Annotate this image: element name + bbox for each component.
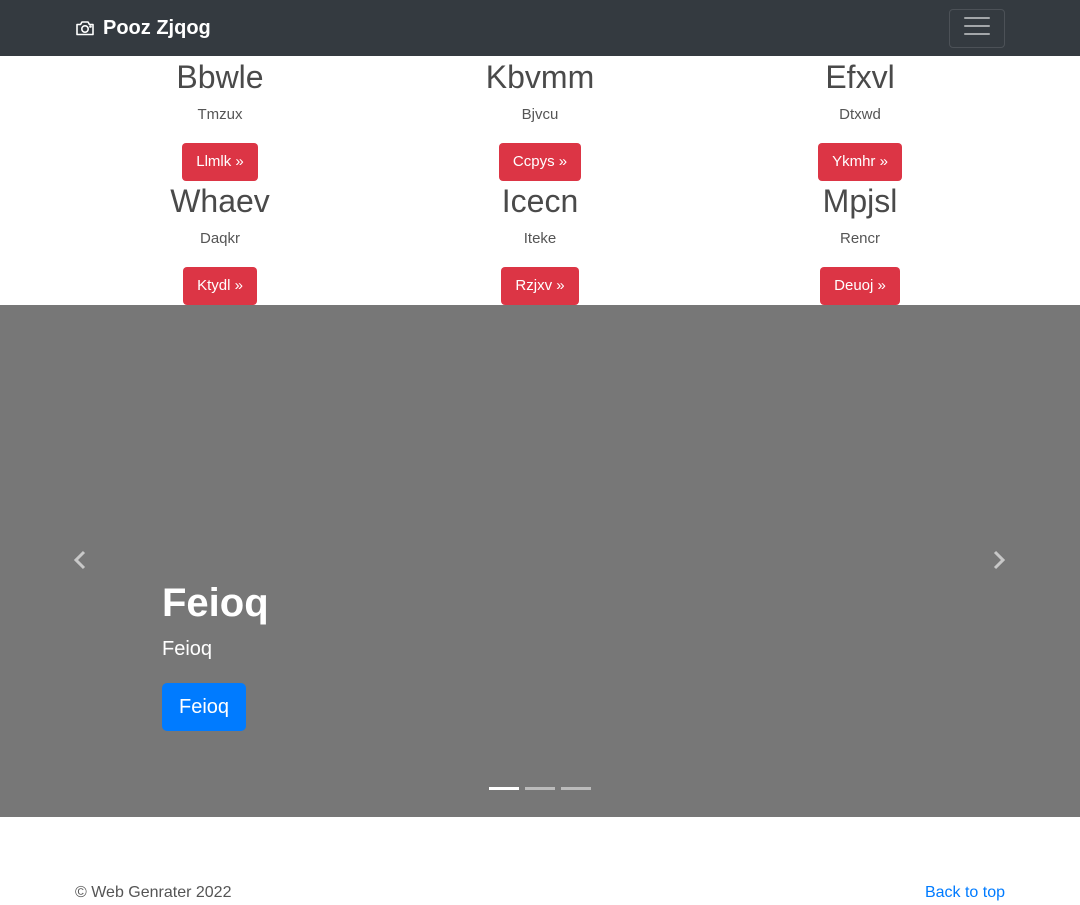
carousel-indicator[interactable] <box>525 787 555 790</box>
feature-button[interactable]: Ykmhr » <box>818 143 902 181</box>
feature-button[interactable]: Ccpys » <box>498 143 582 181</box>
feature-title: Icecn <box>501 183 579 219</box>
feature-grid: Bbwle Tmzux Llmlk » Kbvmm Bjvcu Ccpys » … <box>0 56 1080 305</box>
copyright-text: © Web Genrater 2022 <box>75 884 232 901</box>
carousel-indicator[interactable] <box>561 787 591 790</box>
feature-item: Whaev Daqkr Ktydl » <box>60 181 380 305</box>
feature-title: Kbvmm <box>485 59 595 95</box>
feature-button[interactable]: Deuoj » <box>820 267 900 305</box>
feature-text: Tmzux <box>197 106 243 123</box>
carousel-next-button[interactable] <box>986 548 1010 572</box>
hero-carousel: Feioq Feioq Feioq <box>0 305 1080 817</box>
feature-button[interactable]: Rzjxv » <box>501 267 579 305</box>
feature-item: Mpjsl Rencr Deuoj » <box>700 181 1020 305</box>
feature-text: Daqkr <box>199 230 240 247</box>
carousel-caption: Feioq Feioq Feioq <box>162 577 269 731</box>
carousel-indicators <box>489 787 597 790</box>
brand-name: Pooz Zjqog <box>103 16 211 39</box>
feature-text: Dtxwd <box>839 106 881 123</box>
feature-text: Iteke <box>523 230 557 247</box>
feature-text: Bjvcu <box>521 106 559 123</box>
feature-item: Efxvl Dtxwd Ykmhr » <box>700 57 1020 181</box>
hamburger-icon <box>964 16 990 41</box>
carousel-indicator[interactable] <box>489 787 519 790</box>
navbar: Pooz Zjqog <box>0 0 1080 56</box>
carousel-heading: Feioq <box>162 581 269 625</box>
feature-title: Whaev <box>170 183 270 219</box>
feature-title: Efxvl <box>825 59 895 95</box>
feature-item: Kbvmm Bjvcu Ccpys » <box>380 57 700 181</box>
feature-button[interactable]: Llmlk » <box>182 143 258 181</box>
feature-button[interactable]: Ktydl » <box>183 267 257 305</box>
carousel-text: Feioq <box>162 638 213 660</box>
carousel-prev-button[interactable] <box>69 548 93 572</box>
navbar-toggler-button[interactable] <box>949 9 1005 48</box>
camera-icon <box>75 18 95 38</box>
back-to-top-link[interactable]: Back to top <box>925 884 1005 902</box>
chevron-right-icon <box>986 550 1010 576</box>
feature-text: Rencr <box>839 230 880 247</box>
brand-link[interactable]: Pooz Zjqog <box>75 15 211 41</box>
feature-item: Icecn Iteke Rzjxv » <box>380 181 700 305</box>
feature-title: Bbwle <box>176 59 264 95</box>
chevron-left-icon <box>69 550 93 576</box>
footer: © Web Genrater 2022 Back to top <box>0 817 1080 905</box>
feature-item: Bbwle Tmzux Llmlk » <box>60 57 380 181</box>
carousel-cta-button[interactable]: Feioq <box>162 683 247 731</box>
feature-title: Mpjsl <box>822 183 898 219</box>
